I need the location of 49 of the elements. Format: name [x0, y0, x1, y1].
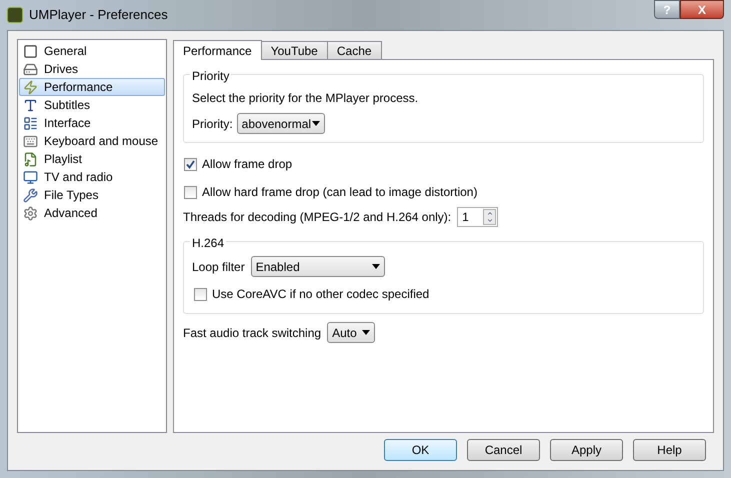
music-file-icon — [23, 152, 38, 166]
sidebar-item[interactable]: Advanced — [19, 204, 165, 222]
tab[interactable]: YouTube — [260, 41, 328, 59]
wrench-icon — [23, 188, 38, 202]
dialog-button[interactable]: Help — [633, 439, 706, 461]
dropdown[interactable]: Enabled — [250, 256, 385, 277]
dialog-button[interactable]: OK — [384, 439, 457, 461]
priority-label: Priority: — [192, 116, 233, 132]
dialog-button[interactable]: Apply — [550, 439, 623, 461]
sidebar-item[interactable]: TV and radio — [19, 168, 165, 186]
window-icon — [23, 116, 38, 130]
dropdown[interactable]: Auto — [327, 322, 376, 343]
sidebar-item[interactable]: General — [19, 42, 165, 60]
sidebar-item[interactable]: File Types — [19, 186, 165, 204]
checkbox[interactable] — [194, 288, 207, 300]
dialog-button[interactable]: Cancel — [467, 439, 540, 461]
tab[interactable]: Performance — [173, 40, 262, 60]
check-icon — [186, 160, 195, 168]
lightning-icon — [23, 80, 38, 94]
spin-arrows-icon[interactable] — [483, 209, 496, 225]
checkbox[interactable] — [184, 186, 197, 198]
audio-switching-label: Fast audio track switching — [183, 324, 322, 342]
caret-icon — [372, 264, 380, 269]
app-logo-icon — [7, 7, 23, 23]
description-text: Select the priority for the MPlayer process. — [192, 90, 420, 107]
letter-icon — [23, 98, 38, 112]
sidebar-item[interactable]: Drives — [19, 60, 165, 78]
checkbox-label: Allow frame drop — [202, 156, 292, 173]
sidebar-item[interactable]: Subtitles — [19, 96, 165, 114]
checkbox-label: Use CoreAVC if no other codec specified — [212, 286, 430, 303]
sidebar-item[interactable]: Keyboard and mouse — [19, 132, 165, 150]
sidebar-item[interactable]: Performance — [19, 78, 165, 96]
sidebar-item[interactable]: Playlist — [19, 150, 165, 168]
gear-icon — [23, 206, 38, 220]
loop-filter-label: Loop filter — [192, 258, 245, 276]
square-icon — [23, 44, 38, 58]
window-title: UMPlayer - Preferences — [29, 6, 168, 24]
keyboard-icon — [23, 134, 38, 148]
checkbox[interactable] — [184, 158, 197, 170]
dropdown[interactable]: abovenormal — [236, 113, 325, 134]
caret-icon — [312, 121, 320, 126]
hard-drive-icon — [23, 62, 38, 76]
threads-label: Threads for decoding (MPEG-1/2 and H.264 only): — [183, 209, 452, 226]
monitor-icon — [23, 170, 38, 184]
checkbox-label: Allow hard frame drop (can lead to image distortion) — [202, 184, 478, 201]
spin-box[interactable]: 1 — [457, 207, 498, 227]
tab[interactable]: Cache — [326, 41, 382, 59]
sidebar-item[interactable]: Interface — [19, 114, 165, 132]
caret-icon — [362, 330, 370, 335]
